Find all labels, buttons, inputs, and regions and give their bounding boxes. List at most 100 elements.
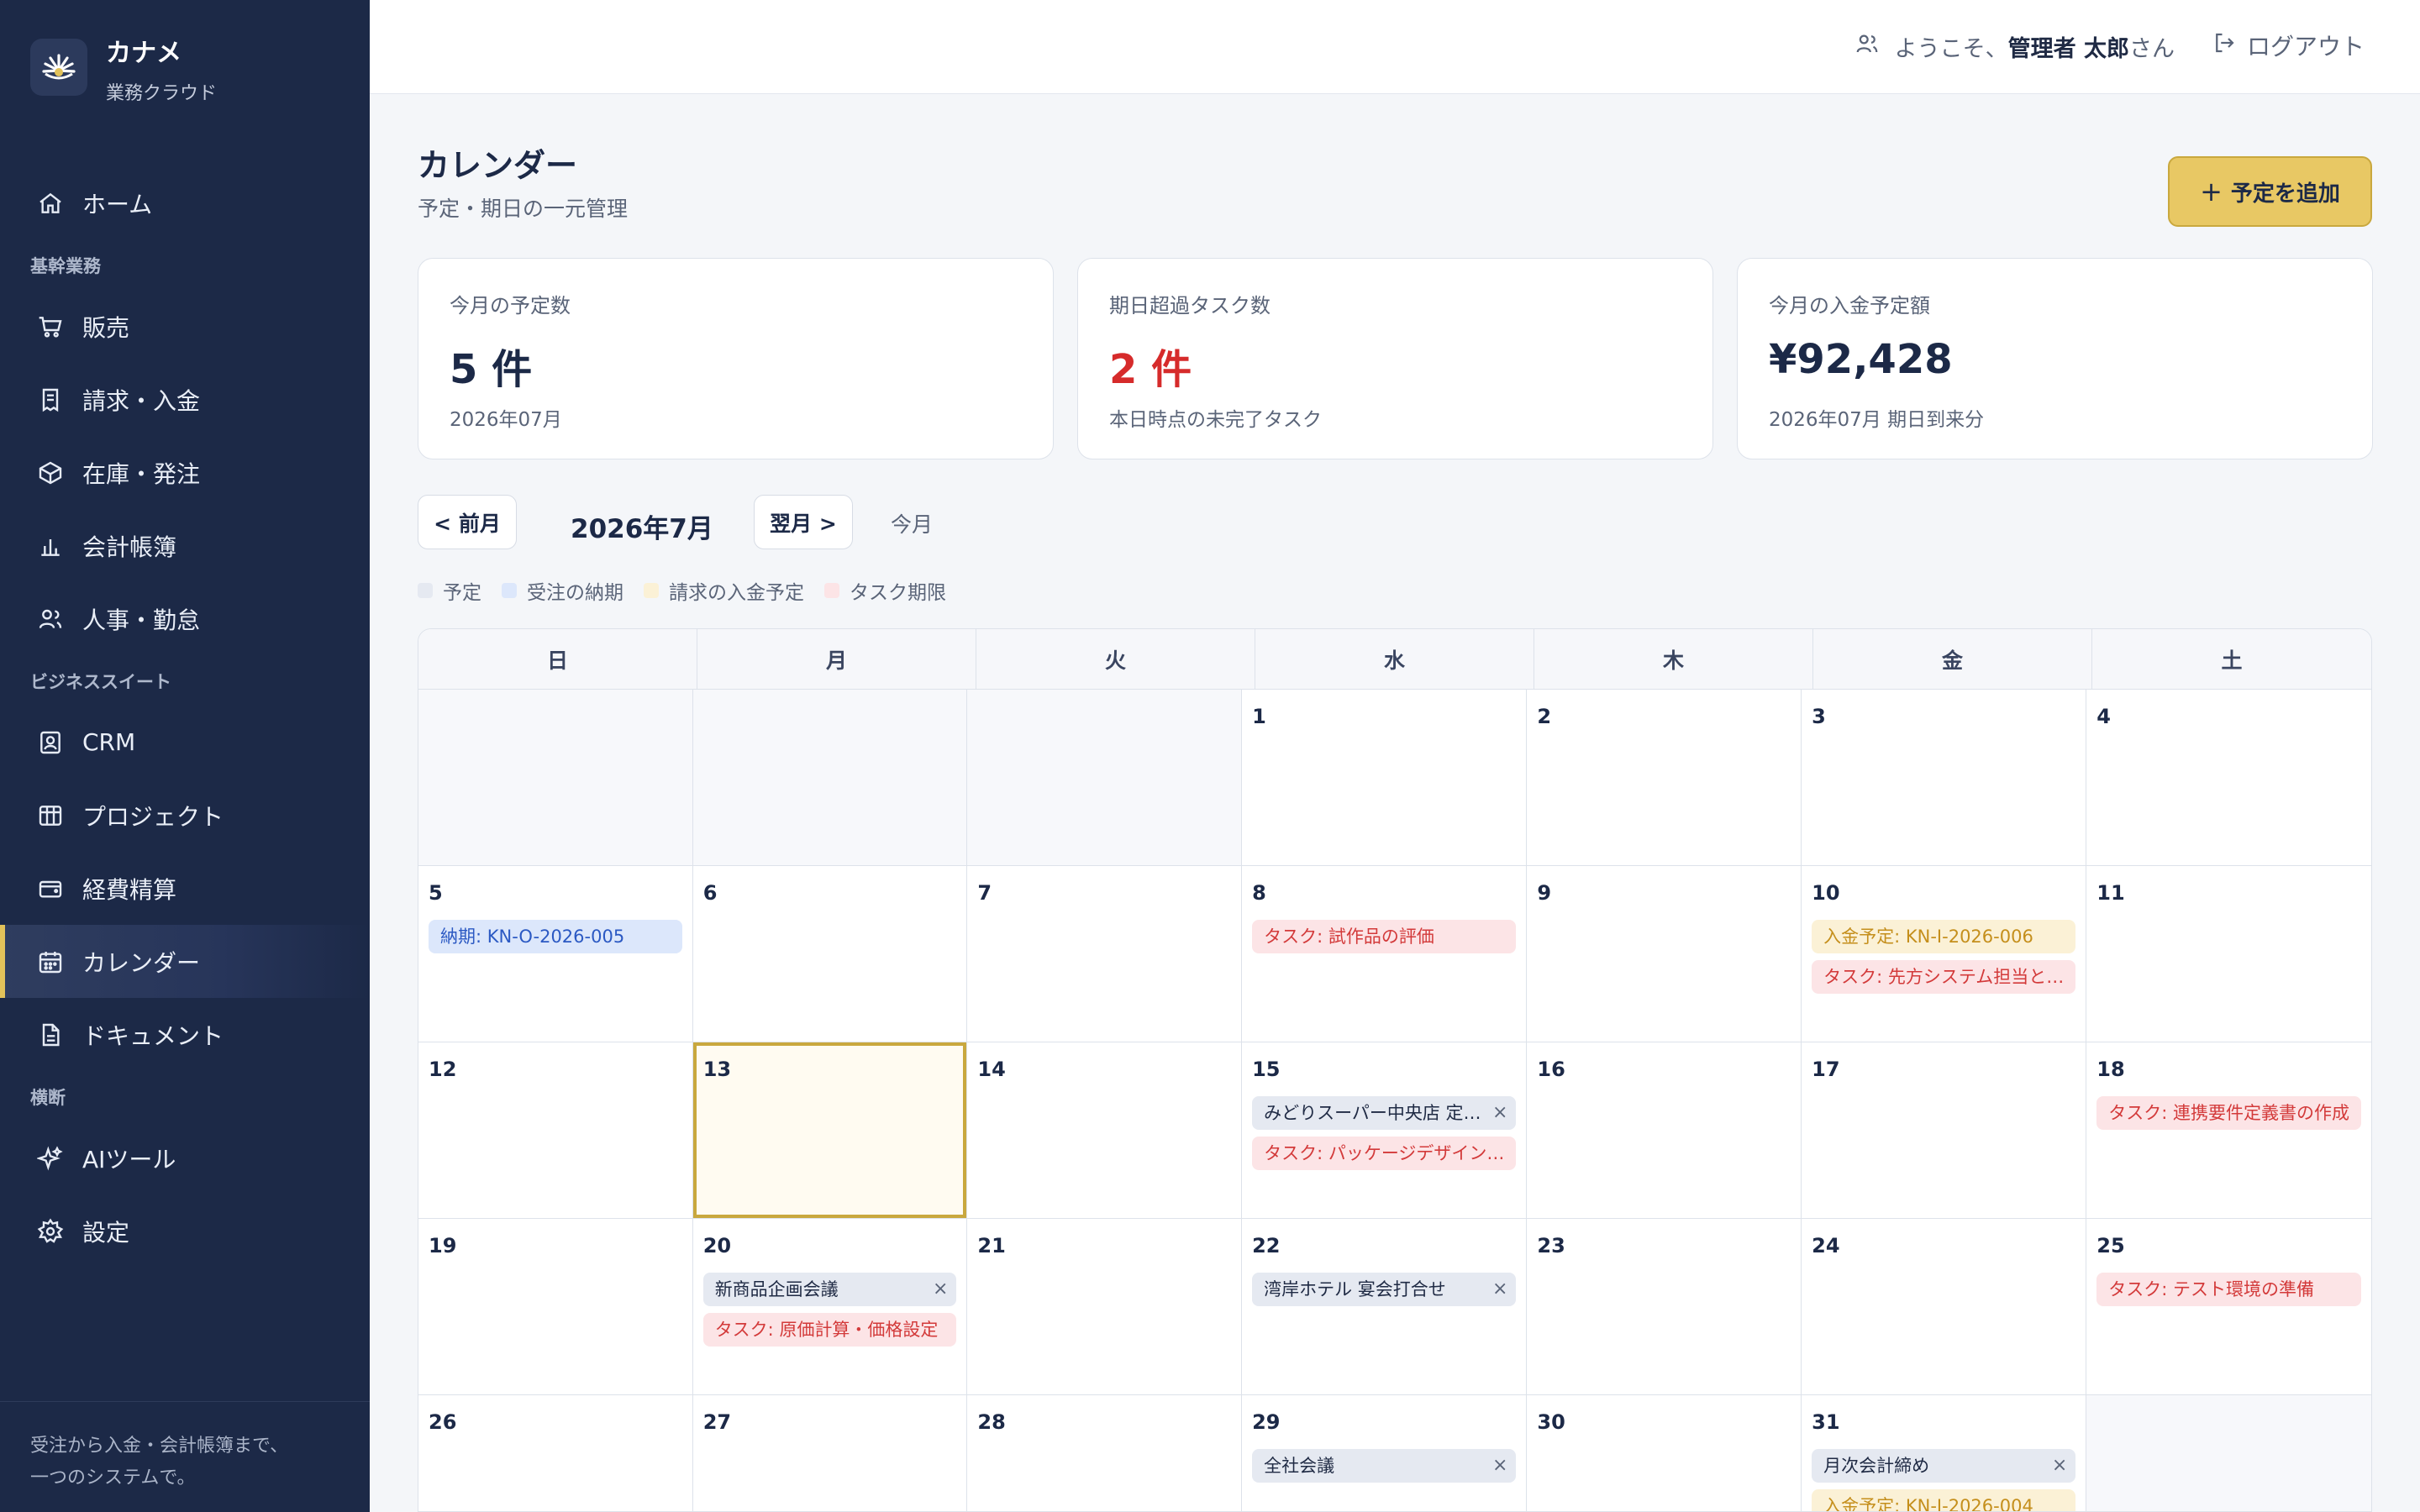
calendar-day[interactable]: 30 xyxy=(1527,1395,1802,1511)
stat-label: 今月の入金予定額 xyxy=(1769,294,1930,318)
sidebar-item-calendar[interactable]: カレンダー xyxy=(0,925,370,998)
calendar-day[interactable]: 15 みどりスーパー中央店 定… × タスク: パッケージデザイン… xyxy=(1242,1042,1528,1219)
brand-logo-icon xyxy=(30,39,87,96)
calendar-empty-cell xyxy=(967,690,1243,866)
calendar-day[interactable]: 11 xyxy=(2086,866,2371,1042)
calendar-day[interactable]: 2 xyxy=(1527,690,1802,866)
calendar-task-chip[interactable]: タスク: 先方システム担当と… xyxy=(1812,960,2076,994)
close-icon[interactable]: × xyxy=(1492,1449,1507,1483)
prev-month-button[interactable]: < 前月 xyxy=(418,495,517,549)
calendar-day[interactable]: 23 xyxy=(1527,1219,1802,1395)
calendar-day[interactable]: 5 納期: KN-O-2026-005 xyxy=(418,866,693,1042)
sidebar-item-accounting[interactable]: 会計帳簿 xyxy=(0,509,370,582)
calendar-event-chip[interactable]: 湾岸ホテル 宴会打合せ × xyxy=(1252,1273,1517,1306)
weekday-label: 月 xyxy=(697,629,976,689)
sidebar-item-document[interactable]: ドキュメント xyxy=(0,998,370,1071)
close-icon[interactable]: × xyxy=(2052,1449,2067,1483)
sidebar-item-inventory[interactable]: 在庫・発注 xyxy=(0,436,370,509)
sidebar-item-billing[interactable]: 請求・入金 xyxy=(0,363,370,436)
calendar-day[interactable]: 20 新商品企画会議 × タスク: 原価計算・価格設定 xyxy=(692,1219,968,1395)
stat-card-overdue: 期日超過タスク数 2 件 本日時点の未完了タスク xyxy=(1077,258,1713,459)
calendar-delivery-chip[interactable]: 納期: KN-O-2026-005 xyxy=(429,920,682,953)
calendar-day[interactable]: 19 xyxy=(418,1219,693,1395)
calendar-day[interactable]: 12 xyxy=(418,1042,693,1219)
chip-label: タスク: 試作品の評価 xyxy=(1264,927,1434,947)
close-icon[interactable]: × xyxy=(1492,1273,1507,1306)
chip-label: 月次会計締め xyxy=(1823,1456,1930,1476)
sidebar-item-label: 人事・勤怠 xyxy=(82,606,201,634)
stat-note: 本日時点の未完了タスク xyxy=(1109,409,1322,431)
month-calendar: 日月火水木金土 1 2 3 4 5 納期: KN-O-2026-005 6 7 8 タスク: 試作… xyxy=(418,628,2372,1512)
sidebar-item-hr[interactable]: 人事・勤怠 xyxy=(0,582,370,655)
calendar-day[interactable]: 18 タスク: 連携要件定義書の作成 xyxy=(2086,1042,2371,1219)
weekday-label: 日 xyxy=(418,629,697,689)
this-month-button[interactable]: 今月 xyxy=(891,508,933,538)
sidebar-item-label: 請求・入金 xyxy=(82,386,201,415)
calendar-day[interactable]: 8 タスク: 試作品の評価 xyxy=(1242,866,1528,1042)
bar-chart-icon xyxy=(35,531,66,561)
calendar-day[interactable]: 14 xyxy=(967,1042,1243,1219)
sidebar-item-home[interactable]: ホーム xyxy=(0,166,370,239)
day-number: 13 xyxy=(702,1058,732,1081)
calendar-day[interactable]: 24 xyxy=(1802,1219,2087,1395)
calendar-event-chip[interactable]: 新商品企画会議 × xyxy=(702,1273,957,1306)
calendar-event-chip[interactable]: 全社会議 × xyxy=(1252,1449,1517,1483)
calendar-task-chip[interactable]: タスク: テスト環境の準備 xyxy=(2096,1273,2361,1306)
calendar-day[interactable]: 25 タスク: テスト環境の準備 xyxy=(2086,1219,2371,1395)
sidebar-item-crm[interactable]: CRM xyxy=(0,706,370,779)
calendar-task-chip[interactable]: タスク: 試作品の評価 xyxy=(1252,920,1517,953)
calendar-day[interactable]: 16 xyxy=(1527,1042,1802,1219)
sidebar-item-expense[interactable]: 経費精算 xyxy=(0,852,370,925)
calendar-day[interactable]: 28 xyxy=(967,1395,1243,1511)
calendar-day[interactable]: 10 入金予定: KN-I-2026-006 タスク: 先方システム担当と… xyxy=(1802,866,2087,1042)
calendar-day[interactable]: 29 全社会議 × xyxy=(1242,1395,1528,1511)
stat-label: 期日超過タスク数 xyxy=(1109,294,1270,318)
weekday-label: 火 xyxy=(976,629,1255,689)
day-number: 18 xyxy=(2096,1058,2125,1081)
sidebar-section-core: 基幹業務 xyxy=(30,256,101,276)
sidebar-item-sales[interactable]: 販売 xyxy=(0,290,370,363)
sidebar-footer: 受注から入金・会計帳簿まで、 一つのシステムで。 xyxy=(0,1401,370,1512)
day-number: 27 xyxy=(702,1410,732,1434)
calendar-payment-chip[interactable]: 入金予定: KN-I-2026-006 xyxy=(1812,920,2076,953)
sidebar-item-label: 会計帳簿 xyxy=(82,533,177,561)
current-month-label: 2026年7月 xyxy=(571,514,713,544)
calendar-day[interactable]: 1 xyxy=(1242,690,1528,866)
stat-value: 2 件 xyxy=(1109,346,1192,393)
calendar-task-chip[interactable]: タスク: 原価計算・価格設定 xyxy=(702,1313,957,1347)
calendar-event-chip[interactable]: 月次会計締め × xyxy=(1812,1449,2076,1483)
calendar-event-chip[interactable]: みどりスーパー中央店 定… × xyxy=(1252,1096,1517,1130)
chip-label: タスク: 先方システム担当と… xyxy=(1823,967,2065,987)
calendar-day[interactable]: 27 xyxy=(692,1395,968,1511)
calendar-day[interactable]: 31 月次会計締め × 入金予定: KN-I-2026-004 xyxy=(1802,1395,2087,1511)
calendar-day[interactable]: 17 xyxy=(1802,1042,2087,1219)
sidebar-section-business: ビジネススイート xyxy=(30,672,171,692)
user-name: 管理者 太郎 xyxy=(2007,36,2129,62)
calendar-task-chip[interactable]: タスク: パッケージデザイン… xyxy=(1252,1137,1517,1170)
calendar-day[interactable]: 21 xyxy=(967,1219,1243,1395)
close-icon[interactable]: × xyxy=(1492,1096,1507,1130)
close-icon[interactable]: × xyxy=(933,1273,948,1306)
calendar-day[interactable]: 3 xyxy=(1802,690,2087,866)
sidebar-item-ai[interactable]: AIツール xyxy=(0,1121,370,1194)
sparkle-icon xyxy=(35,1143,66,1173)
logout-icon xyxy=(2212,30,2237,61)
legend-item-task: タスク期限 xyxy=(824,576,946,605)
calendar-day[interactable]: 4 xyxy=(2086,690,2371,866)
calendar-day[interactable]: 26 xyxy=(418,1395,693,1511)
calendar-task-chip[interactable]: タスク: 連携要件定義書の作成 xyxy=(2096,1096,2361,1130)
calendar-day[interactable]: 22 湾岸ホテル 宴会打合せ × xyxy=(1242,1219,1528,1395)
add-event-button[interactable]: + 予定を追加 xyxy=(2168,156,2372,227)
sidebar-section-cross: 横断 xyxy=(30,1088,66,1108)
sidebar-item-settings[interactable]: 設定 xyxy=(0,1194,370,1268)
brand[interactable]: カナメ 業務クラウド xyxy=(30,39,217,106)
sidebar-item-project[interactable]: プロジェクト xyxy=(0,779,370,852)
calendar-day[interactable]: 7 xyxy=(967,866,1243,1042)
day-number: 11 xyxy=(2096,881,2125,905)
calendar-day[interactable]: 6 xyxy=(692,866,968,1042)
logout-button[interactable]: ログアウト xyxy=(2212,29,2365,62)
calendar-day[interactable]: 9 xyxy=(1527,866,1802,1042)
next-month-button[interactable]: 翌月 > xyxy=(754,495,853,549)
calendar-day-today[interactable]: 13 xyxy=(692,1042,968,1219)
calendar-payment-chip[interactable]: 入金予定: KN-I-2026-004 xyxy=(1812,1489,2076,1511)
